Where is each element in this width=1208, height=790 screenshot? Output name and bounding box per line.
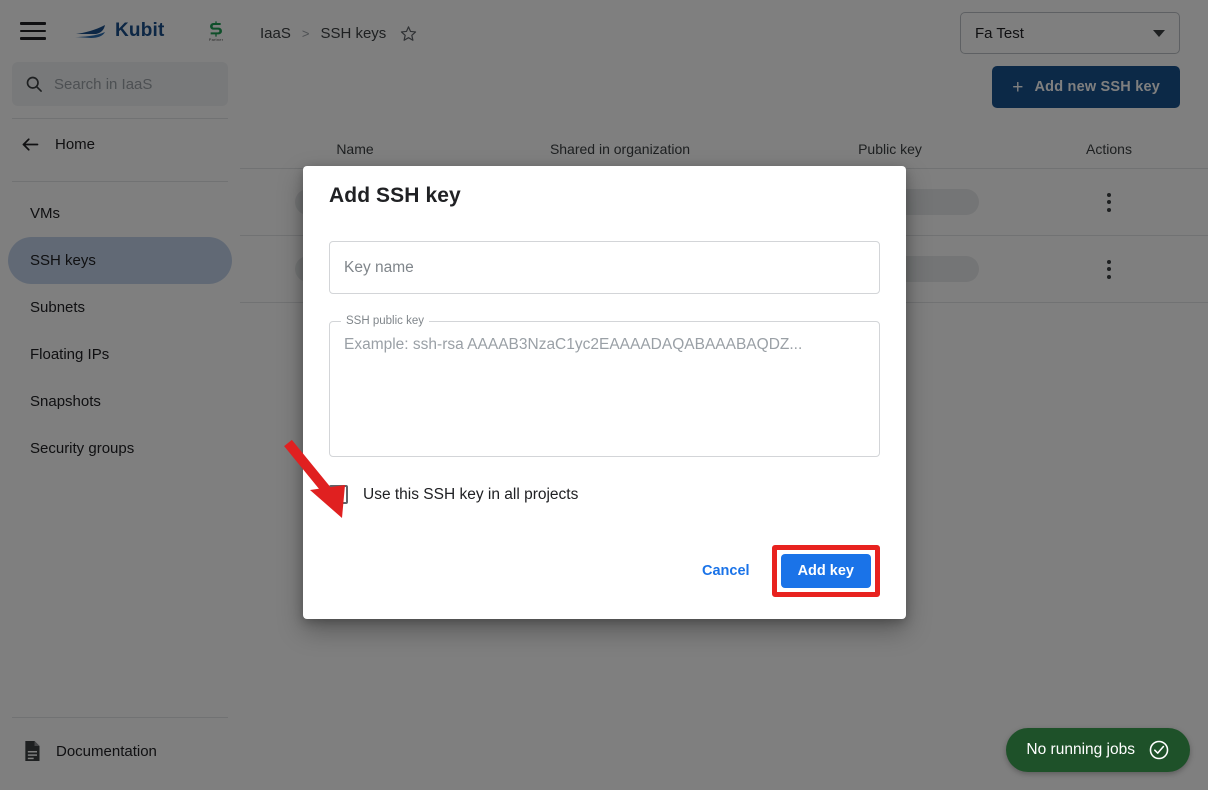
running-jobs-label: No running jobs [1026, 741, 1135, 758]
key-name-placeholder: Key name [344, 258, 414, 276]
cancel-button[interactable]: Cancel [691, 554, 761, 588]
use-this-ssh-key-label: Use this SSH key in all projects [363, 485, 579, 503]
app-root: Kubit Partner Search in IaaS [0, 0, 1208, 790]
use-this-ssh-key-checkbox[interactable]: Use this SSH key in all projects [329, 485, 880, 504]
key-name-input[interactable]: Key name [329, 241, 880, 294]
checkbox-box-icon [329, 485, 348, 504]
dialog-actions: Cancel Add key [691, 545, 880, 597]
ssh-public-key-textarea[interactable]: SSH public key Example: ssh-rsa AAAAB3Nz… [329, 315, 880, 457]
running-jobs-status-badge[interactable]: No running jobs [1006, 728, 1190, 772]
add-key-button[interactable]: Add key [780, 554, 871, 588]
add-key-highlight-box: Add key [771, 545, 880, 597]
check-circle-icon [1149, 740, 1169, 760]
ssh-public-key-legend: SSH public key [341, 315, 429, 327]
ssh-public-key-placeholder: Example: ssh-rsa AAAAB3NzaC1yc2EAAAADAQA… [344, 336, 803, 353]
dialog-title: Add SSH key [329, 184, 461, 207]
add-ssh-key-dialog: Add SSH key Key name SSH public key Exam… [303, 166, 906, 619]
